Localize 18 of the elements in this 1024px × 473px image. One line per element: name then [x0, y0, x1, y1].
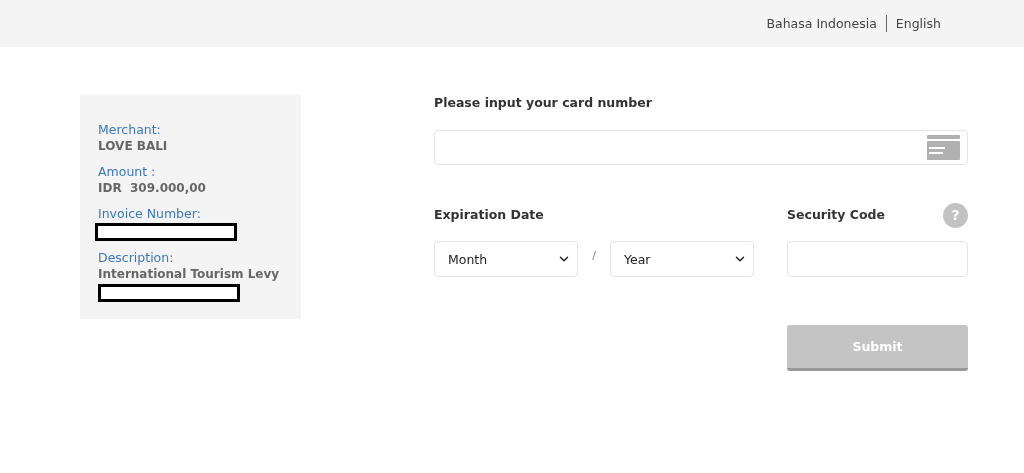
credit-card-icon — [927, 135, 960, 160]
field-label: Please input your card number — [434, 95, 653, 111]
month-select[interactable]: Month — [434, 241, 578, 277]
detail-label: Description: — [98, 250, 175, 266]
year-select[interactable]: Year — [610, 241, 754, 277]
field-label: Expiration Date — [434, 207, 544, 223]
language-link[interactable]: Bahasa Indonesia — [757, 16, 886, 31]
detail-value: IDR 309.000,00 — [98, 180, 207, 197]
card-number-field[interactable] — [434, 130, 968, 165]
detail-label: Amount : — [98, 164, 157, 180]
detail-label: Merchant: — [98, 122, 162, 138]
language-link[interactable]: English — [886, 16, 950, 31]
field-label: Security Code — [787, 207, 885, 223]
security-code-field[interactable] — [787, 241, 968, 277]
detail-value: International Tourism Levy — [98, 266, 281, 283]
detail-value: LOVE BALI — [98, 138, 169, 155]
separator: / — [591, 249, 597, 262]
detail-label: Invoice Number: — [98, 206, 202, 222]
